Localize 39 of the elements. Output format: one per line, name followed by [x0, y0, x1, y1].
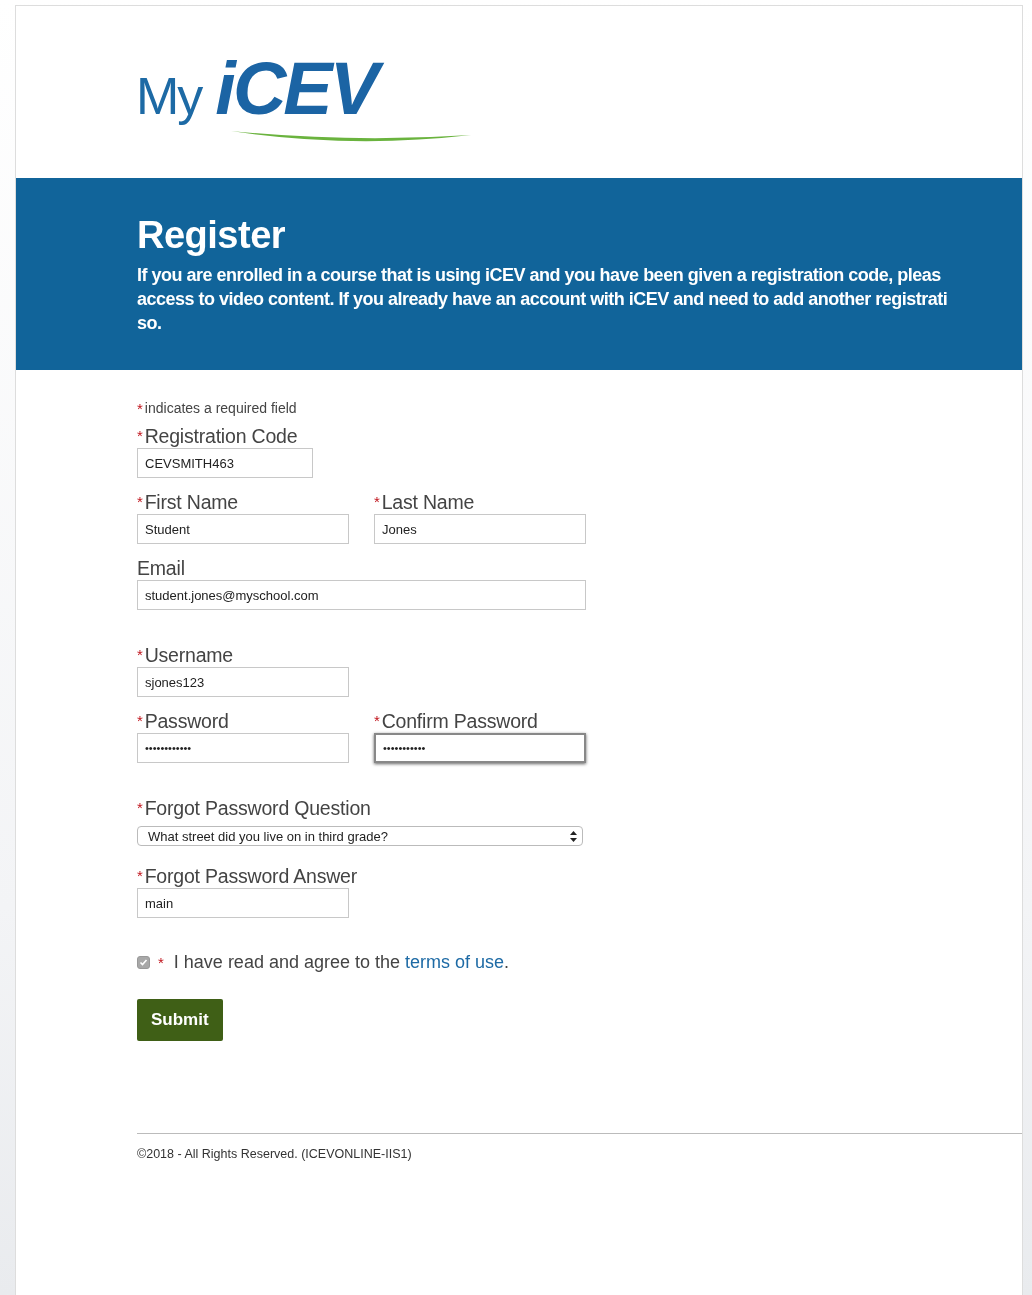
required-asterisk: * — [374, 712, 380, 729]
required-asterisk: * — [137, 493, 143, 510]
required-asterisk: * — [137, 867, 143, 884]
field-label: Email — [137, 557, 185, 579]
input-field[interactable]: Jones — [374, 514, 586, 544]
field-label: Password — [144, 710, 229, 732]
note-text: indicates a required field — [144, 400, 297, 416]
required-asterisk: * — [158, 954, 164, 971]
required-asterisk: * — [137, 712, 143, 729]
updown-arrows-icon — [570, 830, 577, 842]
field-label: Last Name — [381, 491, 475, 513]
required-asterisk: * — [137, 646, 143, 663]
field-label: Confirm Password — [381, 710, 538, 732]
intro-paragraph: If you are enrolled in a course that is using iCEV and you have been given a registration code, pleas access to video content. If you already have an account with iCEV and need to add another registrati so. — [137, 264, 949, 335]
input-field[interactable]: student.jones@myschool.com — [137, 580, 586, 610]
required-asterisk: * — [137, 799, 143, 816]
submit-button[interactable]: Submit — [137, 999, 223, 1041]
agreement-text: I have read and agree to the terms of use. — [173, 952, 510, 973]
field-label: First Name — [144, 491, 238, 513]
input-field[interactable]: CEVSMITH463 — [137, 448, 313, 478]
required-asterisk: * — [137, 400, 143, 417]
field-label: Forgot Password Answer — [144, 865, 357, 887]
password-field[interactable]: ••••••••••• — [374, 733, 586, 763]
input-field[interactable]: main — [137, 888, 349, 918]
page-title: Register — [137, 214, 287, 257]
input-field[interactable]: sjones123 — [137, 667, 349, 697]
required-asterisk: * — [374, 493, 380, 510]
question-dropdown[interactable]: What street did you live on in third grade? — [137, 826, 583, 846]
input-field[interactable]: Student — [137, 514, 349, 544]
required-asterisk: * — [137, 427, 143, 444]
field-label: Username — [144, 644, 233, 666]
field-label: Forgot Password Question — [144, 797, 371, 819]
field-label: Registration Code — [144, 425, 298, 447]
copyright-text: ©2018 - All Rights Reserved. (ICEVONLINE-IIS1) — [137, 1147, 412, 1161]
terms-link[interactable]: terms of use — [405, 952, 505, 972]
agree-checkbox[interactable] — [137, 956, 150, 969]
check-icon — [138, 957, 149, 968]
password-field[interactable]: •••••••••••• — [137, 733, 349, 763]
logo-wordmark: iCEV — [211, 46, 387, 136]
